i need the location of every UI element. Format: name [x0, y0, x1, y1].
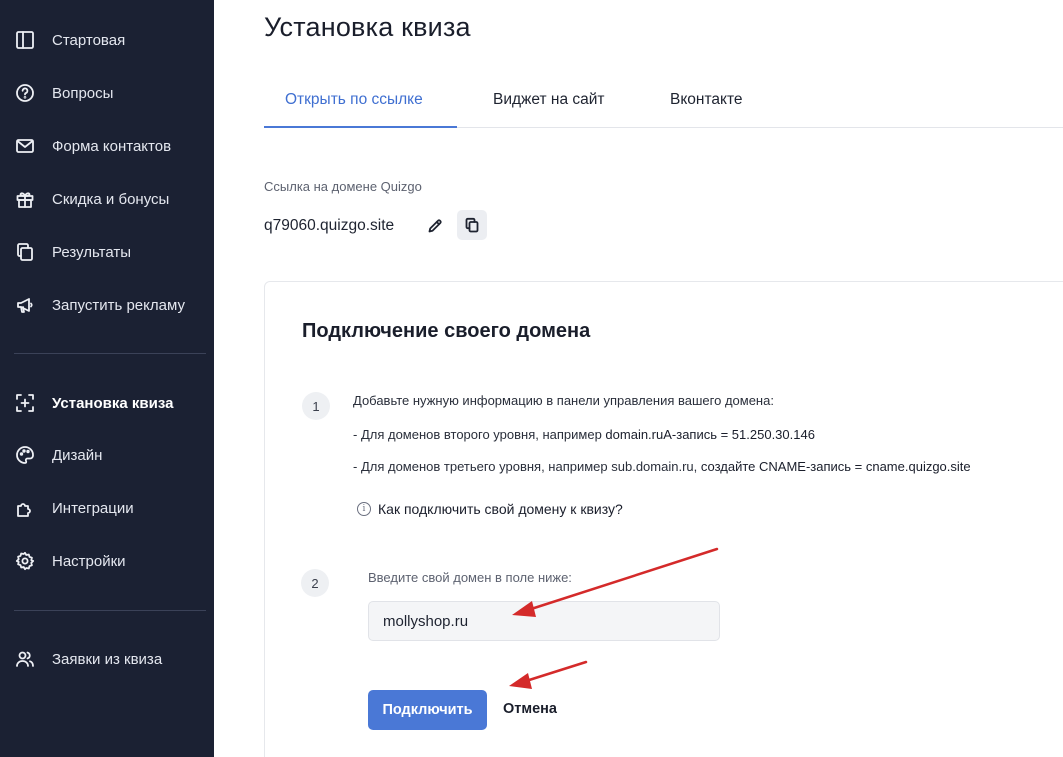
quizgo-link-label: Ссылка на домене Quizgo [264, 179, 422, 194]
sidebar-item-label: Настройки [52, 552, 126, 570]
step1-intro: Добавьте нужную информацию в панели упра… [353, 393, 774, 408]
puzzle-icon [14, 497, 36, 519]
help-link[interactable]: i Как подключить свой домену к квизу? [357, 501, 623, 517]
quizgo-link-value[interactable]: q79060.quizgo.site [264, 217, 394, 235]
sidebar-item-label: Стартовая [52, 31, 126, 49]
sidebar-item-contact-form[interactable]: Форма контактов [0, 128, 214, 164]
layout-icon [14, 29, 36, 51]
sidebar-item-label: Скидка и бонусы [52, 190, 170, 208]
sidebar: Стартовая Вопросы Форма контактов Скидка… [0, 0, 214, 757]
copy-link-button[interactable] [457, 210, 487, 240]
step-number: 2 [301, 569, 329, 597]
sidebar-item-label: Дизайн [52, 446, 103, 464]
active-tab-indicator [264, 126, 457, 128]
page-title: Установка квиза [264, 12, 471, 42]
custom-domain-card [264, 281, 1063, 757]
sidebar-item-start[interactable]: Стартовая [0, 22, 214, 58]
sidebar-item-leads[interactable]: Заявки из квиза [0, 641, 214, 677]
copy-icon [14, 241, 36, 263]
sidebar-item-ads[interactable]: Запустить рекламу [0, 287, 214, 323]
dns-a-record: domain.ruA-запись = 51.250.30.146 [605, 427, 815, 442]
tab-open-by-link[interactable]: Открыть по ссылке [285, 72, 423, 128]
step-number: 1 [302, 392, 330, 420]
step1-line1: - Для доменов второго уровня, например d… [353, 427, 815, 442]
sidebar-item-label: Установка квиза [52, 394, 174, 412]
sidebar-item-label: Результаты [52, 243, 131, 261]
sidebar-item-label: Заявки из квиза [52, 650, 163, 668]
install-icon [14, 392, 36, 414]
gear-icon [14, 550, 36, 572]
sidebar-item-questions[interactable]: Вопросы [0, 75, 214, 111]
users-icon [14, 648, 36, 670]
sidebar-divider [14, 610, 206, 611]
gift-icon [14, 188, 36, 210]
sidebar-item-label: Интеграции [52, 499, 134, 517]
sidebar-item-design[interactable]: Дизайн [0, 437, 214, 473]
question-icon [14, 82, 36, 104]
pencil-icon [428, 219, 442, 233]
sidebar-item-settings[interactable]: Настройки [0, 543, 214, 579]
tab-bar: Открыть по ссылке Виджет на сайт Вконтак… [264, 72, 1063, 128]
sidebar-item-integrations[interactable]: Интеграции [0, 490, 214, 526]
sidebar-item-bonuses[interactable]: Скидка и бонусы [0, 181, 214, 217]
dns-cname-record: создайте CNAME-запись = cname.quizgo.sit… [700, 459, 971, 474]
sidebar-item-install[interactable]: Установка квиза [0, 385, 214, 421]
sidebar-item-label: Форма контактов [52, 137, 172, 155]
info-icon: i [357, 502, 371, 516]
domain-input-label: Введите свой домен в поле ниже: [368, 570, 572, 585]
domain-input[interactable] [368, 601, 720, 641]
step1-line2: - Для доменов третьего уровня, например … [353, 459, 971, 474]
connect-button[interactable]: Подключить [368, 690, 487, 730]
sidebar-divider [14, 353, 206, 354]
help-link-label: Как подключить свой домену к квизу? [378, 501, 623, 517]
sidebar-item-results[interactable]: Результаты [0, 234, 214, 270]
sidebar-item-label: Вопросы [52, 84, 114, 102]
tab-vkontakte[interactable]: Вконтакте [670, 72, 743, 128]
megaphone-icon [14, 294, 36, 316]
copy-icon [465, 217, 479, 233]
tab-site-widget[interactable]: Виджет на сайт [493, 72, 605, 128]
envelope-icon [14, 135, 36, 157]
sidebar-item-label: Запустить рекламу [52, 296, 185, 314]
edit-link-button[interactable] [424, 215, 446, 237]
custom-domain-title: Подключение своего домена [302, 320, 591, 342]
cancel-button[interactable]: Отмена [503, 701, 557, 717]
palette-icon [14, 444, 36, 466]
